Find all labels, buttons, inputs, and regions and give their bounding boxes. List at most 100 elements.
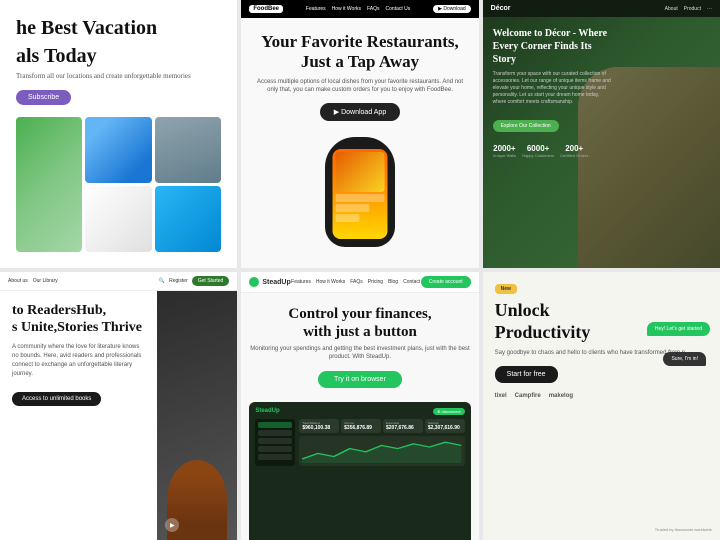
phone-screen-food-img bbox=[335, 152, 384, 192]
foodbee-headline: Your Favorite Restaurants, Just a Tap Aw… bbox=[253, 32, 467, 73]
readershub-nav-links: About us Our Library bbox=[8, 278, 58, 284]
dashboard-sidebar bbox=[255, 419, 295, 466]
readershub-nav: About us Our Library 🔍 Register Get Star… bbox=[0, 272, 237, 291]
readershub-access-button[interactable]: Access to unlimited books bbox=[12, 392, 101, 406]
steadup-nav-links: Features How it Works FAQs Pricing Blog … bbox=[291, 279, 420, 285]
vacation-subtext: Transform all our locations and create u… bbox=[16, 72, 221, 82]
steadup-logo-icon bbox=[249, 277, 259, 287]
sidebar-menu-item-active[interactable] bbox=[258, 422, 292, 428]
phone-hand bbox=[317, 127, 402, 247]
decor-nav-product[interactable]: Product bbox=[684, 6, 701, 12]
vacation-img-dubai bbox=[85, 117, 151, 183]
foodbee-card: FoodBee Features How it Works FAQs Conta… bbox=[241, 0, 478, 268]
foodbee-phone-mockup bbox=[315, 127, 405, 257]
decor-nav-links: About Product ··· bbox=[665, 6, 712, 12]
decor-logo: Décor bbox=[491, 5, 511, 12]
readershub-headline: to ReadersHub, s Unite,Stories Thrive bbox=[12, 303, 145, 337]
decor-headline: Welcome to Décor - Where Every Corner Fi… bbox=[493, 27, 613, 66]
dashboard-stats-row: Total Balance $960,100.38 Income $356,87… bbox=[299, 419, 464, 433]
vacation-images-grid bbox=[16, 117, 221, 252]
decor-nav-more[interactable]: ··· bbox=[707, 6, 712, 12]
foodbee-download-button[interactable]: ▶ Download App bbox=[320, 103, 400, 121]
vacation-card: he Best Vacation als Today Transform all… bbox=[0, 0, 237, 268]
stead-nav-how[interactable]: How it Works bbox=[316, 279, 345, 285]
stead-nav-faq[interactable]: FAQs bbox=[350, 279, 363, 285]
productivity-card: New Unlock Productivity Say goodbye to c… bbox=[483, 272, 720, 540]
phone-screen-row bbox=[335, 194, 384, 202]
decor-content: Welcome to Décor - Where Every Corner Fi… bbox=[493, 27, 613, 158]
stat-total-balance: Total Balance $960,100.38 bbox=[299, 419, 339, 433]
decor-stat-customers: 6000+ Happy Customers bbox=[522, 144, 554, 158]
nav-register[interactable]: Register bbox=[169, 278, 188, 284]
decor-cta-button[interactable]: Explore Our Collection bbox=[493, 120, 559, 132]
chat-bubble-2: Sure, I'm in! bbox=[663, 352, 706, 366]
stat-savings: Savings $2,307,616.90 bbox=[425, 419, 465, 433]
subscribe-button[interactable]: Subscribe bbox=[16, 90, 71, 105]
brand-campfire: Campfire bbox=[515, 393, 541, 399]
foodbee-download-nav-btn[interactable]: ▶ Download bbox=[433, 5, 470, 13]
dashboard-content: Total Balance $960,100.38 Income $356,87… bbox=[255, 419, 464, 466]
decor-hero: Welcome to Décor - Where Every Corner Fi… bbox=[483, 17, 720, 268]
phone-screen bbox=[332, 149, 387, 239]
readershub-nav-right: 🔍 Register Get Started bbox=[159, 276, 229, 286]
nav-link-faq[interactable]: FAQs bbox=[367, 6, 380, 12]
vacation-img-eiffel bbox=[155, 117, 221, 183]
decor-subtext: Transform your space with our curated co… bbox=[493, 71, 613, 106]
search-icon[interactable]: 🔍 bbox=[159, 278, 165, 284]
nav-library[interactable]: Our Library bbox=[33, 278, 58, 284]
dashboard-logo: SteadUp bbox=[255, 408, 279, 414]
dashboard-main: Total Balance $960,100.38 Income $356,87… bbox=[299, 419, 464, 466]
vacation-headline: he Best Vacation als Today bbox=[16, 16, 221, 72]
readershub-started-button[interactable]: Get Started bbox=[192, 276, 230, 286]
foodbee-nav-links: Features How it Works FAQs Contact Us bbox=[306, 6, 410, 12]
steadup-hero: Control your finances, with just a butto… bbox=[241, 293, 478, 402]
phone-screen-row-3 bbox=[335, 214, 360, 222]
stead-nav-contact[interactable]: Contact bbox=[403, 279, 420, 285]
nav-link-features[interactable]: Features bbox=[306, 6, 326, 12]
steadup-nav: SteadUp Features How it Works FAQs Prici… bbox=[241, 272, 478, 293]
new-badge: New bbox=[495, 284, 517, 294]
foodbee-subtext: Access multiple options of local dishes … bbox=[241, 78, 478, 95]
decor-card: Décor About Product ··· Welcome to Décor… bbox=[483, 0, 720, 268]
nav-about-us[interactable]: About us bbox=[8, 278, 28, 284]
sidebar-menu-item-1[interactable] bbox=[258, 430, 292, 436]
nav-link-how[interactable]: How it Works bbox=[332, 6, 361, 12]
vacation-img-villa bbox=[85, 186, 151, 252]
decor-stats: 2000+ Unique Walls 6000+ Happy Customers… bbox=[493, 144, 613, 158]
decor-stat-orders: 200+ Certified Orders bbox=[560, 144, 588, 158]
steadup-cta-button[interactable]: Try it on browser bbox=[318, 371, 402, 388]
vacation-img-pool bbox=[155, 186, 221, 252]
steadup-logo: SteadUp bbox=[249, 277, 290, 287]
stead-nav-pricing[interactable]: Pricing bbox=[368, 279, 383, 285]
phone-screen-row-2 bbox=[335, 204, 369, 212]
steadup-create-account-button[interactable]: Create account bbox=[421, 276, 471, 288]
readershub-text: to ReadersHub, s Unite,Stories Thrive A … bbox=[0, 291, 157, 540]
vacation-img-palm bbox=[16, 117, 82, 252]
dashboard-disconnect-button[interactable]: ⊕ disconnect bbox=[433, 408, 465, 415]
dashboard-chart bbox=[299, 436, 464, 466]
bottom-note: Trusted by thousands worldwide bbox=[655, 527, 712, 532]
stat-income: Income $356,876.89 bbox=[341, 419, 381, 433]
steadup-subtext: Monitoring your spendings and getting th… bbox=[249, 345, 470, 362]
dashboard-header: SteadUp ⊕ disconnect bbox=[255, 408, 464, 415]
decor-nav: Décor About Product ··· bbox=[483, 0, 720, 17]
sidebar-menu-item-2[interactable] bbox=[258, 438, 292, 444]
sidebar-menu-item-4[interactable] bbox=[258, 454, 292, 460]
stead-nav-blog[interactable]: Blog bbox=[388, 279, 398, 285]
brand-logos-row: tixel Campfire makelog bbox=[495, 393, 708, 399]
steadup-dashboard-mockup: SteadUp ⊕ disconnect Total Balance $960,… bbox=[249, 402, 470, 540]
decor-nav-about[interactable]: About bbox=[665, 6, 678, 12]
chat-bubble-1: Hey! Let's get started bbox=[647, 322, 710, 336]
decor-stat-walls: 2000+ Unique Walls bbox=[493, 144, 516, 158]
readershub-hero-image: ▶ bbox=[157, 291, 237, 540]
readershub-card: About us Our Library 🔍 Register Get Star… bbox=[0, 272, 237, 540]
brand-makelog: makelog bbox=[549, 393, 573, 399]
readershub-subtext: A community where the love for literatur… bbox=[12, 343, 145, 379]
steadup-headline: Control your finances, with just a butto… bbox=[249, 305, 470, 341]
unlock-cta-button[interactable]: Start for free bbox=[495, 366, 558, 383]
foodbee-logo: FoodBee bbox=[249, 5, 283, 13]
steadup-card: SteadUp Features How it Works FAQs Prici… bbox=[241, 272, 478, 540]
nav-link-contact[interactable]: Contact Us bbox=[386, 6, 411, 12]
stead-nav-features[interactable]: Features bbox=[291, 279, 311, 285]
sidebar-menu-item-3[interactable] bbox=[258, 446, 292, 452]
